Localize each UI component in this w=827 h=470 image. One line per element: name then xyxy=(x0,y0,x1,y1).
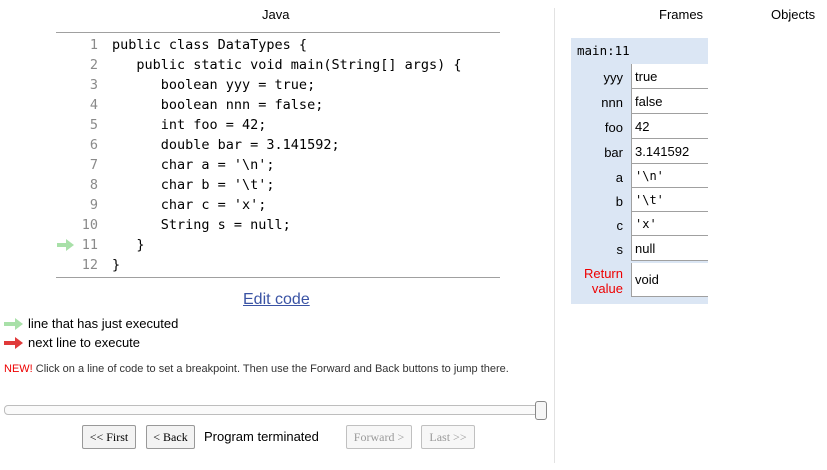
var-value: 'x' xyxy=(631,212,708,236)
code-text: } xyxy=(112,257,121,273)
var-name: s xyxy=(616,242,624,257)
back-button[interactable]: < Back xyxy=(146,425,195,449)
code-text: int foo = 42; xyxy=(112,117,267,133)
var-value: false xyxy=(631,89,708,114)
var-name: yyy xyxy=(603,70,624,85)
last-button[interactable]: Last >> xyxy=(421,425,475,449)
var-name: bar xyxy=(604,145,623,160)
green-arrow-icon xyxy=(4,317,23,330)
legend-next-line: next line to execute xyxy=(4,335,140,350)
code-text: boolean nnn = false; xyxy=(112,97,324,113)
code-line-6[interactable]: 6 double bar = 3.141592; xyxy=(56,135,500,155)
code-line-12[interactable]: 12 } xyxy=(56,255,500,275)
line-number: 3 xyxy=(89,77,98,93)
code-line-9[interactable]: 9 char c = 'x'; xyxy=(56,195,500,215)
new-label: NEW! xyxy=(4,363,33,375)
legend-just-executed: line that has just executed xyxy=(4,316,178,331)
code-text: char a = '\n'; xyxy=(112,157,275,173)
return-value: void xyxy=(631,263,708,297)
return-label-line1: Return xyxy=(583,266,623,281)
notice-text: Click on a line of code to set a breakpo… xyxy=(32,363,509,375)
line-number: 2 xyxy=(89,57,98,73)
code-line-5[interactable]: 5 int foo = 42; xyxy=(56,115,500,135)
code-text: char b = '\t'; xyxy=(112,177,275,193)
panel-divider xyxy=(554,8,555,463)
execution-slider-handle[interactable] xyxy=(535,401,547,420)
code-box: 1 public class DataTypes { 2 public stat… xyxy=(56,32,500,278)
code-text: char c = 'x'; xyxy=(112,197,267,213)
line-number: 12 xyxy=(81,257,98,273)
line-number: 11 xyxy=(81,237,98,253)
var-value: '\t' xyxy=(631,188,708,212)
code-line-3[interactable]: 3 boolean yyy = true; xyxy=(56,75,500,95)
frame-name: main:11 xyxy=(577,43,630,58)
var-name: foo xyxy=(604,120,623,135)
var-value: null xyxy=(631,236,708,261)
code-text: } xyxy=(112,237,145,253)
code-text: double bar = 3.141592; xyxy=(112,137,340,153)
code-text: String s = null; xyxy=(112,217,291,233)
language-title: Java xyxy=(262,7,290,22)
legend-label: line that has just executed xyxy=(28,316,179,331)
line-number: 4 xyxy=(89,97,98,113)
code-line-10[interactable]: 10 String s = null; xyxy=(56,215,500,235)
code-line-2[interactable]: 2 public static void main(String[] args)… xyxy=(56,55,500,75)
var-value: 42 xyxy=(631,114,708,139)
code-text: public class DataTypes { xyxy=(112,37,308,53)
code-line-11[interactable]: 11 } xyxy=(56,235,500,255)
var-name: c xyxy=(616,218,624,233)
line-number: 6 xyxy=(89,137,98,153)
execution-slider-track[interactable] xyxy=(4,405,544,415)
line-number: 10 xyxy=(81,217,98,233)
var-value: '\n' xyxy=(631,164,708,188)
var-name: a xyxy=(615,170,623,185)
code-text: boolean yyy = true; xyxy=(112,77,316,93)
objects-header: Objects xyxy=(771,7,816,22)
breakpoint-notice: NEW! Click on a line of code to set a br… xyxy=(4,363,524,376)
code-line-7[interactable]: 7 char a = '\n'; xyxy=(56,155,500,175)
var-value: true xyxy=(631,64,708,89)
code-line-4[interactable]: 4 boolean nnn = false; xyxy=(56,95,500,115)
execution-status: Program terminated xyxy=(204,429,319,444)
line-number: 7 xyxy=(89,157,98,173)
code-text: public static void main(String[] args) { xyxy=(112,57,462,73)
red-arrow-icon xyxy=(4,336,23,349)
first-button[interactable]: << First xyxy=(82,425,136,449)
return-label-line2: value xyxy=(591,281,623,296)
code-line-1[interactable]: 1 public class DataTypes { xyxy=(56,35,500,55)
stack-frame: main:11 yyy true nnn false foo 42 bar 3.… xyxy=(571,38,708,304)
line-number: 5 xyxy=(89,117,98,133)
frames-header: Frames xyxy=(659,7,704,22)
var-value: 3.141592 xyxy=(631,139,708,164)
forward-button[interactable]: Forward > xyxy=(346,425,412,449)
legend-label: next line to execute xyxy=(28,335,141,350)
code-line-8[interactable]: 8 char b = '\t'; xyxy=(56,175,500,195)
return-label: Return value xyxy=(571,266,623,296)
line-number: 9 xyxy=(89,197,98,213)
var-name: nnn xyxy=(601,95,623,110)
var-name: b xyxy=(615,194,623,209)
line-number: 8 xyxy=(89,177,98,193)
line-number: 1 xyxy=(89,37,98,53)
edit-code-link[interactable]: Edit code xyxy=(243,291,310,309)
